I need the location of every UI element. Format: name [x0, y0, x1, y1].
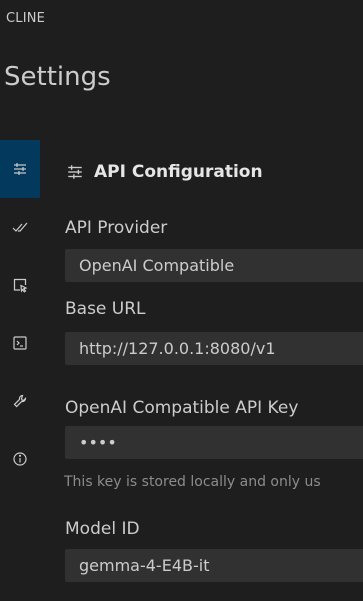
base-url-label: Base URL	[65, 299, 146, 319]
section-header: API Configuration	[66, 162, 263, 182]
base-url-value: http://127.0.0.1:8080/v1	[79, 339, 276, 358]
api-provider-select[interactable]: OpenAI Compatible	[65, 249, 363, 282]
model-id-input[interactable]: gemma-4-E4B-it	[65, 549, 363, 582]
section-title: API Configuration	[94, 162, 263, 182]
nav-features[interactable]	[0, 198, 40, 256]
nav-debug[interactable]	[0, 372, 40, 430]
sliders-icon	[14, 163, 26, 175]
nav-browser[interactable]	[0, 256, 40, 314]
api-key-value: ••••	[79, 433, 117, 452]
terminal-icon	[13, 336, 27, 350]
model-id-value: gemma-4-E4B-it	[79, 556, 210, 575]
cursor-window-icon	[13, 278, 28, 293]
base-url-input[interactable]: http://127.0.0.1:8080/v1	[65, 332, 363, 365]
nav-terminal[interactable]	[0, 314, 40, 372]
sliders-icon	[68, 165, 82, 179]
nav-api-configuration[interactable]	[0, 140, 40, 198]
wrench-icon	[13, 394, 27, 408]
info-icon	[13, 452, 27, 466]
api-provider-label: API Provider	[65, 218, 168, 238]
double-check-icon	[12, 222, 28, 232]
nav-about[interactable]	[0, 430, 40, 488]
api-provider-value: OpenAI Compatible	[79, 256, 235, 275]
model-id-label: Model ID	[65, 519, 140, 539]
app-title: CLINE	[6, 11, 46, 26]
api-key-input[interactable]: ••••	[65, 426, 363, 459]
settings-panel: CLINE Settings API Configuration API Pro…	[0, 0, 363, 601]
api-key-label: OpenAI Compatible API Key	[65, 398, 299, 418]
page-title: Settings	[4, 62, 111, 92]
api-key-help-text: This key is stored locally and only us	[64, 474, 321, 490]
